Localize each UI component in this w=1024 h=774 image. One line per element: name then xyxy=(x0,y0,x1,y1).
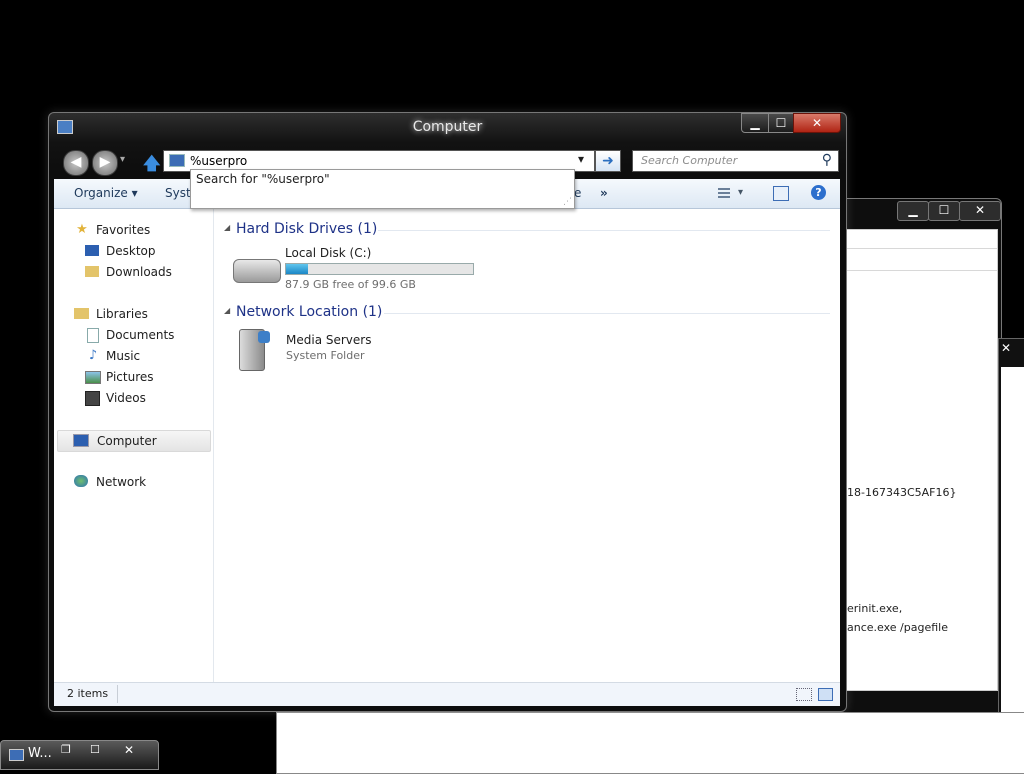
details-view-icon[interactable] xyxy=(796,688,812,701)
nav-documents[interactable]: Documents xyxy=(54,325,204,345)
media-server-badge-icon xyxy=(258,331,270,343)
taskbar-maximize-icon[interactable]: ☐ xyxy=(90,743,100,756)
media-servers-type: System Folder xyxy=(286,349,365,362)
background-window: ▁ ☐ ✕ 18-167343C5AF16} erinit.exe, ance.… xyxy=(838,198,1002,720)
nav-pictures[interactable]: Pictures xyxy=(54,367,204,387)
recent-pages-icon[interactable]: ▾ xyxy=(120,154,125,165)
libraries-icon xyxy=(74,308,89,319)
computer-icon xyxy=(169,154,185,167)
address-input[interactable] xyxy=(190,152,570,169)
taskbar-window-label: W... xyxy=(28,746,52,761)
bg-text-line-3: ance.exe /pagefile xyxy=(847,621,948,634)
bg-window-content: 18-167343C5AF16} erinit.exe, ance.exe /p… xyxy=(846,229,998,691)
item-count: 2 items xyxy=(67,687,109,700)
group-header-hard-disk-drives[interactable]: Hard Disk Drives (1) xyxy=(236,221,377,237)
collapse-arrow-icon[interactable]: ◢ xyxy=(224,223,230,232)
nav-downloads-label: Downloads xyxy=(106,265,172,279)
go-button[interactable]: ➜ xyxy=(595,150,621,172)
group-header-network-location[interactable]: Network Location (1) xyxy=(236,304,382,320)
star-icon: ★ xyxy=(76,222,88,237)
content-area: ★ Favorites Desktop Downloads Libraries … xyxy=(54,209,840,682)
nav-libraries[interactable]: Libraries xyxy=(54,304,204,324)
nav-desktop-label: Desktop xyxy=(106,244,156,258)
bg-close-button[interactable]: ✕ xyxy=(959,201,1001,221)
local-disk-name: Local Disk (C:) xyxy=(285,246,372,260)
media-servers-name: Media Servers xyxy=(286,333,372,347)
toolbar-partial-button[interactable]: e xyxy=(574,186,581,200)
background-window-3 xyxy=(276,712,1024,774)
local-disk-item[interactable]: Local Disk (C:) 87.9 GB free of 99.6 GB xyxy=(229,243,479,293)
desktop-icon xyxy=(85,245,99,256)
taskbar-window-button[interactable]: W... ❐ ☐ ✕ xyxy=(0,740,159,770)
taskbar-restore-icon[interactable]: ❐ xyxy=(61,743,71,756)
search-icon[interactable]: ⚲ xyxy=(822,152,832,168)
drive-usage-bar xyxy=(285,263,474,275)
nav-desktop[interactable]: Desktop xyxy=(54,241,204,261)
organize-menu[interactable]: Organize ▾ xyxy=(74,186,138,200)
address-dropdown-icon[interactable]: ▾ xyxy=(578,152,584,166)
nav-computer[interactable]: Computer xyxy=(57,430,211,452)
nav-videos-label: Videos xyxy=(106,391,146,405)
up-arrow-icon[interactable]: 🡅 xyxy=(143,151,160,180)
forward-button[interactable]: ▶ xyxy=(92,150,118,176)
media-servers-item[interactable]: Media Servers System Folder xyxy=(229,327,429,377)
resize-grip-icon[interactable]: ⋰ xyxy=(563,197,572,207)
computer-icon xyxy=(9,749,24,761)
bg-minimize-button[interactable]: ▁ xyxy=(897,201,929,221)
group-divider xyxy=(384,313,830,314)
nav-network-label: Network xyxy=(96,475,147,489)
nav-favorites-label: Favorites xyxy=(96,223,151,237)
documents-icon xyxy=(87,328,99,343)
search-input[interactable] xyxy=(639,153,813,168)
close-button[interactable]: ✕ xyxy=(793,113,841,133)
nav-libraries-label: Libraries xyxy=(96,307,148,321)
downloads-folder-icon xyxy=(85,266,99,277)
navigation-pane: ★ Favorites Desktop Downloads Libraries … xyxy=(54,209,214,682)
nav-network[interactable]: Network xyxy=(54,472,204,492)
back-button[interactable]: ◀ xyxy=(63,150,89,176)
window-title: Computer xyxy=(412,119,483,135)
more-commands-button[interactable]: » xyxy=(600,186,608,200)
bg-maximize-button[interactable]: ☐ xyxy=(928,201,960,221)
nav-downloads[interactable]: Downloads xyxy=(54,262,204,282)
music-icon: ♪ xyxy=(88,348,98,363)
large-icons-view-icon[interactable] xyxy=(818,688,833,701)
maximize-button[interactable]: ☐ xyxy=(768,113,794,133)
taskbar-close-icon[interactable]: ✕ xyxy=(124,743,134,757)
view-options-icon[interactable]: ▾ xyxy=(718,187,746,201)
nav-pictures-label: Pictures xyxy=(106,370,154,384)
network-icon xyxy=(74,475,88,487)
computer-icon xyxy=(73,434,89,447)
pictures-icon xyxy=(85,371,101,384)
search-box[interactable]: ⚲ xyxy=(632,150,839,172)
videos-icon xyxy=(85,391,100,406)
help-icon[interactable]: ? xyxy=(811,185,826,200)
nav-videos[interactable]: Videos xyxy=(54,388,204,408)
nav-favorites[interactable]: ★ Favorites xyxy=(54,220,204,240)
drive-free-space: 87.9 GB free of 99.6 GB xyxy=(285,278,416,291)
nav-music-label: Music xyxy=(106,349,141,363)
nav-music[interactable]: ♪ Music xyxy=(54,346,204,366)
preview-pane-icon[interactable] xyxy=(773,186,789,201)
background-window-2: ✕ xyxy=(998,338,1024,770)
hard-drive-icon xyxy=(233,259,281,283)
bg-text-line-2: erinit.exe, xyxy=(847,602,903,615)
search-suggestion-item[interactable]: Search for "%userpro" xyxy=(196,172,330,186)
bg-text-line-1: 18-167343C5AF16} xyxy=(847,486,957,499)
address-suggestion-dropdown: Search for "%userpro" ⋰ xyxy=(190,169,575,209)
minimize-button[interactable]: ▁ xyxy=(741,113,769,133)
nav-computer-label: Computer xyxy=(97,434,157,448)
nav-documents-label: Documents xyxy=(106,328,175,342)
group-divider xyxy=(378,230,830,231)
collapse-arrow-icon[interactable]: ◢ xyxy=(224,306,230,315)
drive-usage-fill xyxy=(286,264,309,274)
status-bar: 2 items xyxy=(54,682,840,706)
bg2-close-button[interactable]: ✕ xyxy=(1001,341,1011,355)
